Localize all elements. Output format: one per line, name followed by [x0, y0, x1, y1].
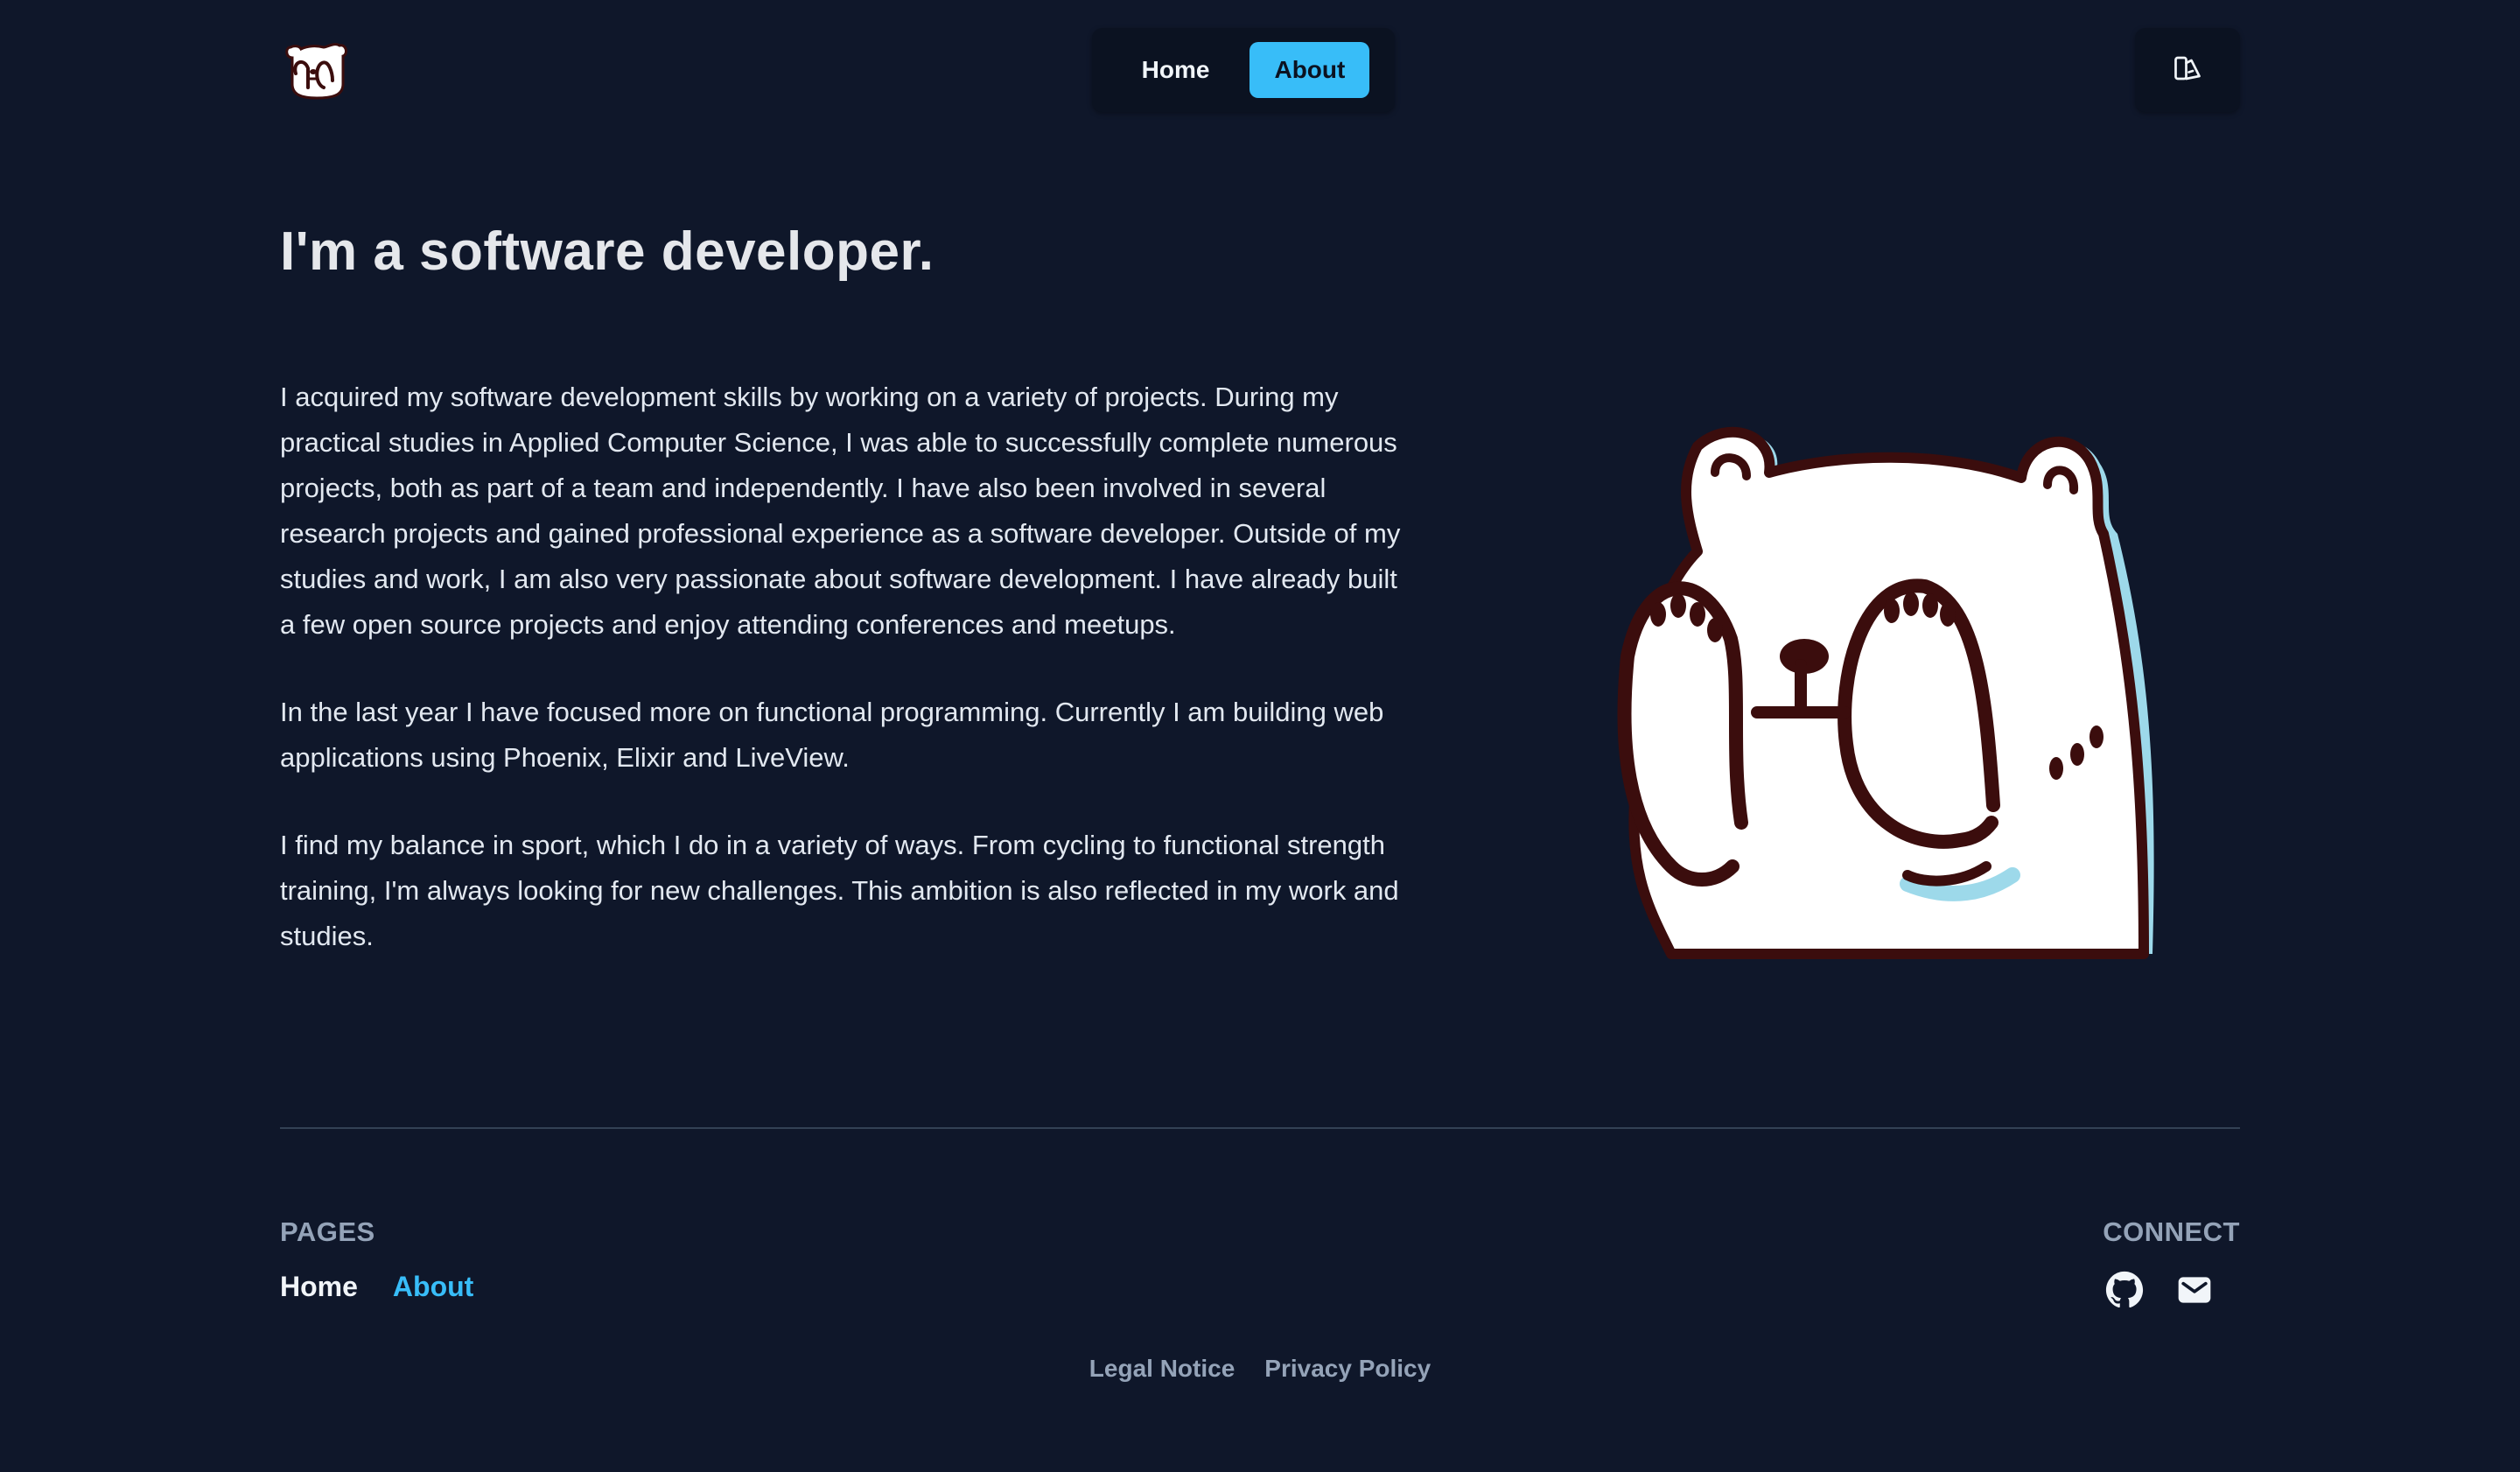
github-icon[interactable]: [2105, 1271, 2144, 1309]
bear-logo-icon[interactable]: [284, 39, 350, 102]
footer-divider: [280, 1127, 2240, 1129]
footer-home-link[interactable]: Home: [280, 1271, 358, 1303]
bear-covering-face-illustration: [1575, 411, 2205, 989]
privacy-policy-link[interactable]: Privacy Policy: [1264, 1355, 1431, 1383]
theme-toggle-icon: [2172, 53, 2203, 88]
footer-about-link[interactable]: About: [393, 1271, 473, 1303]
footer-pages-nav: Home About: [280, 1271, 473, 1303]
main-nav: Home About: [1092, 28, 1395, 112]
paragraph: In the last year I have focused more on …: [280, 697, 1384, 773]
mail-icon[interactable]: [2175, 1271, 2214, 1309]
connect-heading: CONNECT: [2103, 1216, 2240, 1247]
nav-about-link[interactable]: About: [1250, 42, 1370, 98]
page-title: I'm a software developer.: [280, 221, 934, 282]
about-text: I acquired my software development skill…: [280, 375, 1418, 1001]
legal-notice-link[interactable]: Legal Notice: [1089, 1355, 1235, 1383]
legal-links: Legal Notice Privacy Policy: [280, 1355, 2240, 1383]
theme-toggle-button[interactable]: [2135, 28, 2240, 112]
paragraph: I acquired my software development skill…: [280, 382, 1401, 640]
paragraph: I find my balance in sport, which I do i…: [280, 830, 1399, 951]
social-links: [2105, 1271, 2240, 1309]
pages-heading: PAGES: [280, 1216, 375, 1247]
nav-home-link[interactable]: Home: [1117, 42, 1235, 98]
page: Home About I'm a software developer. I a…: [280, 0, 2240, 1472]
